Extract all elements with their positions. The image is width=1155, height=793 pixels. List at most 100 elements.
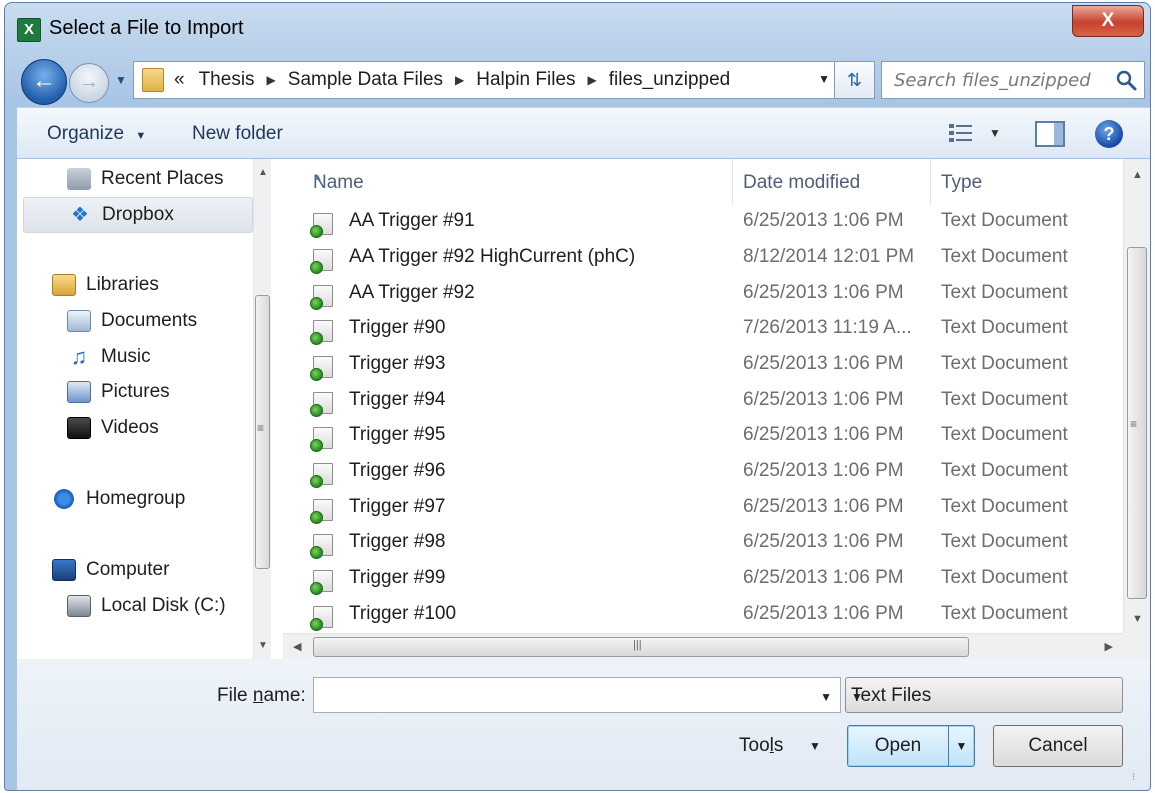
forward-button[interactable]: → xyxy=(69,63,109,103)
folder-icon xyxy=(142,68,164,92)
nav-item-videos[interactable]: Videos xyxy=(17,410,253,446)
file-type-filter-select[interactable]: Text Files ▼ xyxy=(845,677,1123,713)
close-button[interactable]: X xyxy=(1072,5,1144,37)
nav-item-music[interactable]: ♫ Music xyxy=(17,339,253,375)
file-row[interactable]: Trigger #95 6/25/2013 1:06 PM Text Docum… xyxy=(283,417,1123,452)
text-file-icon xyxy=(310,213,333,238)
nav-item-computer[interactable]: Computer xyxy=(17,552,253,588)
open-options-dropdown-icon[interactable]: ▼ xyxy=(948,726,974,766)
text-file-icon xyxy=(310,392,333,417)
breadcrumb-separator-icon[interactable]: ▶ xyxy=(455,73,464,87)
open-button[interactable]: Open ▼ xyxy=(847,725,975,767)
text-file-icon xyxy=(310,606,333,631)
refresh-button[interactable]: ⇅ xyxy=(835,61,875,99)
address-bar[interactable]: « Thesis ▶ Sample Data Files ▶ Halpin Fi… xyxy=(133,61,835,99)
file-date: 6/25/2013 1:06 PM xyxy=(743,210,904,231)
nav-item-pictures[interactable]: Pictures xyxy=(17,374,253,410)
chevron-down-icon: ▼ xyxy=(135,130,147,142)
text-file-icon xyxy=(310,534,333,559)
nav-item-local-disk[interactable]: Local Disk (C:) xyxy=(17,588,253,624)
text-file-icon xyxy=(310,356,333,381)
file-row[interactable]: AA Trigger #92 HighCurrent (phC) 8/12/20… xyxy=(283,239,1123,274)
change-view-icon[interactable] xyxy=(947,122,977,144)
scroll-left-icon[interactable]: ◀ xyxy=(293,640,301,653)
search-input[interactable] xyxy=(882,62,1108,98)
nav-item-libraries[interactable]: Libraries xyxy=(17,267,253,303)
column-header-date-modified[interactable]: Date modified xyxy=(733,159,931,205)
title-bar[interactable]: X Select a File to Import X xyxy=(5,3,1150,53)
file-name-label-accelerator: n xyxy=(252,685,264,706)
file-row[interactable]: Trigger #94 6/25/2013 1:06 PM Text Docum… xyxy=(283,382,1123,417)
nav-item-label: Computer xyxy=(86,559,170,580)
text-file-icon xyxy=(310,463,333,488)
excel-app-icon: X xyxy=(17,18,41,42)
column-header-label: Type xyxy=(941,172,983,193)
breadcrumb-separator-icon[interactable]: ▶ xyxy=(588,73,597,87)
recent-locations-dropdown[interactable]: ▼ xyxy=(115,73,127,87)
file-row[interactable]: Trigger #98 6/25/2013 1:06 PM Text Docum… xyxy=(283,524,1123,559)
tools-menu-button[interactable]: Tools xyxy=(739,735,783,757)
file-name: Trigger #95 xyxy=(349,424,446,445)
column-header-type[interactable]: Type xyxy=(931,159,1121,205)
file-type: Text Document xyxy=(941,389,1068,410)
breadcrumb-item-files-unzipped[interactable]: files_unzipped xyxy=(609,69,730,91)
recent-places-icon xyxy=(67,168,91,190)
nav-item-label: Documents xyxy=(101,310,198,331)
breadcrumb-item-sample-data-files[interactable]: Sample Data Files xyxy=(288,69,443,91)
search-icon[interactable] xyxy=(1114,68,1138,92)
breadcrumb-item-thesis[interactable]: Thesis xyxy=(199,69,255,91)
file-row[interactable]: Trigger #97 6/25/2013 1:06 PM Text Docum… xyxy=(283,489,1123,524)
search-box[interactable] xyxy=(881,61,1145,99)
new-folder-button[interactable]: New folder xyxy=(192,123,283,145)
view-options-dropdown-icon[interactable]: ▼ xyxy=(989,126,1001,140)
file-name-combobox[interactable]: ▼ xyxy=(313,677,841,713)
libraries-icon xyxy=(52,274,76,296)
music-icon: ♫ xyxy=(70,344,88,369)
file-import-dialog: X Select a File to Import X ← → ▼ « Thes… xyxy=(4,2,1151,791)
file-type: Text Document xyxy=(941,210,1068,231)
column-header-name[interactable]: ▲ Name xyxy=(283,159,733,205)
file-name: Trigger #97 xyxy=(349,496,446,517)
file-list-horizontal-scrollbar[interactable]: ◀ ||| ▶ xyxy=(283,633,1123,659)
file-date: 6/25/2013 1:06 PM xyxy=(743,567,904,588)
breadcrumb-item-halpin-files[interactable]: Halpin Files xyxy=(476,69,575,91)
back-button[interactable]: ← xyxy=(21,59,67,105)
nav-item-homegroup[interactable]: Homegroup xyxy=(17,481,253,517)
nav-item-recent-places[interactable]: Recent Places xyxy=(17,161,253,197)
file-name: AA Trigger #91 xyxy=(349,210,475,231)
file-row[interactable]: Trigger #96 6/25/2013 1:06 PM Text Docum… xyxy=(283,453,1123,488)
file-date: 6/25/2013 1:06 PM xyxy=(743,496,904,517)
file-row[interactable]: AA Trigger #92 6/25/2013 1:06 PM Text Do… xyxy=(283,275,1123,310)
nav-pane-scrollbar[interactable]: ▲ ≡ ▼ xyxy=(253,159,271,659)
organize-button[interactable]: Organize ▼ xyxy=(47,123,146,145)
help-icon[interactable]: ? xyxy=(1095,120,1123,148)
file-name-input[interactable] xyxy=(314,678,804,712)
file-row[interactable]: Trigger #93 6/25/2013 1:06 PM Text Docum… xyxy=(283,346,1123,381)
chevron-down-icon[interactable]: ▼ xyxy=(809,739,821,753)
file-list-vertical-scrollbar[interactable]: ▲ ≡ ▼ xyxy=(1123,159,1150,633)
scroll-right-icon[interactable]: ▶ xyxy=(1105,640,1113,653)
cancel-button[interactable]: Cancel xyxy=(993,725,1123,767)
file-row[interactable]: Trigger #90 7/26/2013 11:19 A... Text Do… xyxy=(283,310,1123,345)
file-row[interactable]: Trigger #100 6/25/2013 1:06 PM Text Docu… xyxy=(283,596,1123,631)
file-type: Text Document xyxy=(941,282,1068,303)
preview-pane-icon[interactable] xyxy=(1035,121,1065,147)
address-dropdown-icon[interactable]: ▼ xyxy=(818,72,830,86)
scroll-up-icon[interactable]: ▲ xyxy=(1132,169,1143,181)
file-row[interactable]: AA Trigger #91 6/25/2013 1:06 PM Text Do… xyxy=(283,203,1123,238)
scrollbar-grip-icon: ≡ xyxy=(1130,417,1138,431)
scroll-up-icon[interactable]: ▲ xyxy=(258,167,268,178)
content-area: Recent Places ❖ Dropbox Libraries Docume… xyxy=(17,159,1150,659)
resize-grip-icon[interactable]: ⁝ xyxy=(1132,773,1146,788)
nav-item-documents[interactable]: Documents xyxy=(17,303,253,339)
column-header-label: Date modified xyxy=(743,172,861,193)
scroll-down-icon[interactable]: ▼ xyxy=(1132,613,1143,625)
text-file-icon xyxy=(310,320,333,345)
chevron-down-icon[interactable]: ▼ xyxy=(820,690,832,704)
breadcrumb-separator-icon[interactable]: ▶ xyxy=(267,73,276,87)
nav-item-dropbox[interactable]: ❖ Dropbox xyxy=(23,197,253,233)
file-row[interactable]: Trigger #99 6/25/2013 1:06 PM Text Docum… xyxy=(283,560,1123,595)
breadcrumb-overflow[interactable]: « xyxy=(174,69,185,91)
scroll-down-icon[interactable]: ▼ xyxy=(258,640,268,651)
file-date: 6/25/2013 1:06 PM xyxy=(743,531,904,552)
